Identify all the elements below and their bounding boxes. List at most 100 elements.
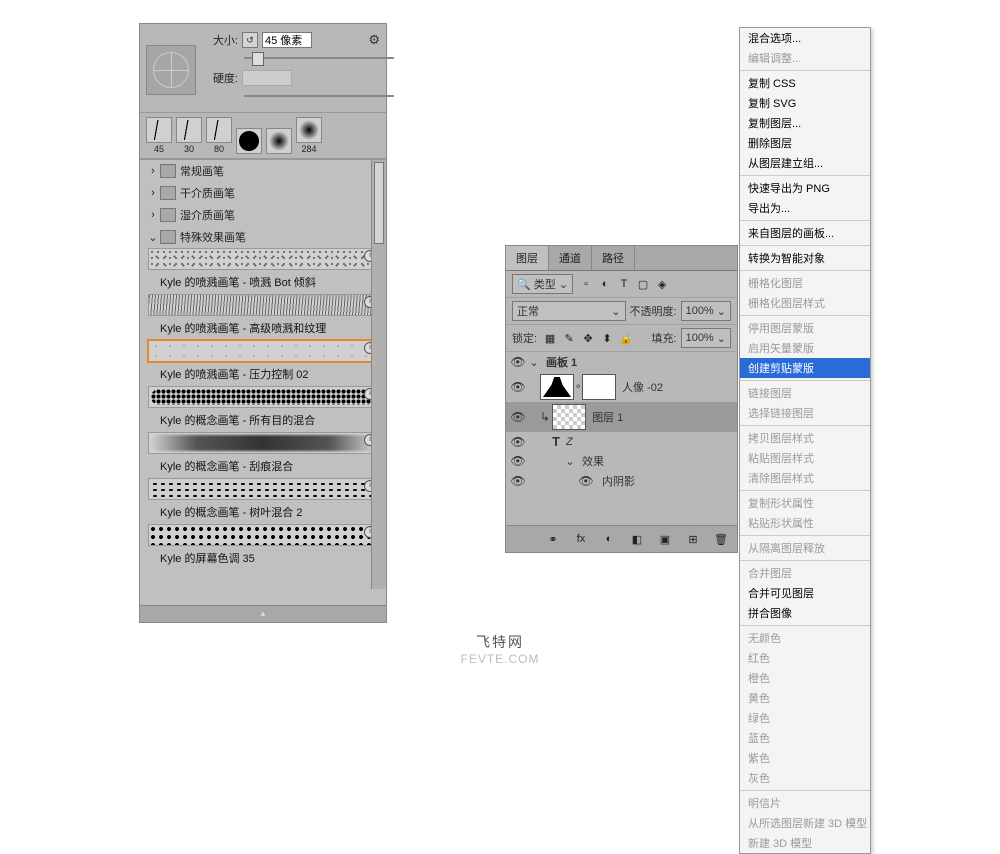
brush-item[interactable]: Kyle 的概念画笔 - 所有目的混合i [140, 386, 386, 432]
panel-tabs: 图层通道路径 [506, 246, 737, 271]
gear-icon[interactable]: ⚙ [368, 32, 380, 48]
lock-icon[interactable]: ▦ [541, 329, 559, 347]
brush-item[interactable]: Kyle 的喷溅画笔 - 喷溅 Bot 倾斜i [140, 248, 386, 294]
menu-item: 从隔离图层释放 [740, 538, 870, 558]
layer-row[interactable]: 👁⚬人像 -02 [506, 372, 737, 402]
brush-angle-preview[interactable] [146, 45, 196, 95]
menu-item: 复制形状属性 [740, 493, 870, 513]
visibility-icon[interactable]: 👁 [508, 410, 528, 424]
disclosure-icon: ⌄ [148, 231, 158, 244]
hardness-label: 硬度: [202, 70, 238, 86]
menu-item[interactable]: 删除图层 [740, 133, 870, 153]
visibility-icon[interactable]: 👁 [508, 380, 528, 394]
brush-item[interactable]: Kyle 的概念画笔 - 刮痕混合i [140, 432, 386, 478]
brush-preset[interactable] [236, 128, 262, 154]
menu-item: 清除图层样式 [740, 468, 870, 488]
layer-row[interactable]: 👁⌄效果 [506, 451, 737, 471]
filter-icon[interactable]: ▢ [634, 275, 652, 293]
menu-item[interactable]: 导出为... [740, 198, 870, 218]
lock-icon[interactable]: ⬍ [598, 329, 616, 347]
visibility-icon[interactable]: 👁 [508, 474, 528, 488]
size-label: 大小: [202, 32, 238, 48]
artboard-row[interactable]: 👁⌄画板 1 [506, 352, 737, 372]
menu-item: 新建 3D 模型 [740, 833, 870, 853]
panel-tab[interactable]: 路径 [592, 246, 635, 270]
panel-tab[interactable]: 通道 [549, 246, 592, 270]
menu-item[interactable]: 复制图层... [740, 113, 870, 133]
menu-item[interactable]: 转换为智能对象 [740, 248, 870, 268]
brush-group[interactable]: ›湿介质画笔 [140, 204, 386, 226]
flip-icon[interactable]: ↺ [242, 32, 258, 48]
layers-footer-icon[interactable]: ⚭ [543, 530, 563, 548]
layers-footer-icon[interactable]: fx [571, 530, 591, 548]
visibility-icon[interactable]: 👁 [508, 355, 528, 369]
filter-kind-select[interactable]: 🔍 类型 ⌄ [512, 274, 573, 294]
layer-row[interactable]: 👁👁内阴影 [506, 471, 737, 491]
site-name: 飞特网 [0, 632, 1000, 652]
brush-item[interactable]: Kyle 的屏幕色调 35i [140, 524, 386, 570]
layers-footer: ⚭ fx ◐ ◧ ▣ ⊞ 🗑 [506, 525, 737, 552]
menu-item[interactable]: 来自图层的画板... [740, 223, 870, 243]
layer-row[interactable]: 👁TZ [506, 432, 737, 451]
lock-label: 锁定: [512, 330, 537, 346]
hardness-input [242, 70, 292, 86]
blend-mode-select[interactable]: 正常⌄ [512, 301, 626, 321]
brush-item[interactable]: Kyle 的喷溅画笔 - 高级喷溅和纹理i [140, 294, 386, 340]
layers-footer-icon[interactable]: ◐ [599, 530, 619, 548]
brush-item[interactable]: Kyle 的喷溅画笔 - 压力控制 02i [140, 340, 386, 386]
menu-item[interactable]: 混合选项... [740, 28, 870, 48]
size-input[interactable] [262, 32, 312, 48]
lock-icon[interactable]: ✎ [560, 329, 578, 347]
size-slider[interactable] [244, 52, 394, 64]
site-url: FEVTE.COM [0, 652, 1000, 666]
menu-item: 紫色 [740, 748, 870, 768]
menu-item: 绿色 [740, 708, 870, 728]
lock-icon[interactable]: 🔒 [617, 329, 635, 347]
filter-icon[interactable]: T [615, 275, 633, 293]
scrollbar-thumb[interactable] [374, 162, 384, 244]
panel-tab[interactable]: 图层 [506, 246, 549, 270]
fill-label: 填充: [652, 330, 677, 346]
scrollbar[interactable] [371, 160, 386, 589]
brush-item[interactable]: Kyle 的概念画笔 - 树叶混合 2i [140, 478, 386, 524]
menu-item[interactable]: 复制 SVG [740, 93, 870, 113]
brush-preset[interactable]: 80 [206, 117, 232, 154]
folder-icon [160, 208, 176, 222]
menu-item[interactable]: 创建剪贴蒙版 [740, 358, 870, 378]
menu-item[interactable]: 复制 CSS [740, 73, 870, 93]
visibility-icon[interactable]: 👁 [508, 454, 528, 468]
menu-item: 明信片 [740, 793, 870, 813]
brush-group[interactable]: ›常规画笔 [140, 160, 386, 182]
brush-preset-row: 453080 284 [140, 112, 386, 159]
menu-item: 灰色 [740, 768, 870, 788]
opacity-input[interactable]: 100% ⌄ [681, 301, 731, 321]
brush-preset[interactable] [266, 128, 292, 154]
menu-item[interactable]: 合并可见图层 [740, 583, 870, 603]
filter-icon[interactable]: ◐ [596, 275, 614, 293]
layers-footer-icon[interactable]: ▣ [655, 530, 675, 548]
brush-preset[interactable]: 45 [146, 117, 172, 154]
menu-item[interactable]: 拼合图像 [740, 603, 870, 623]
filter-icon[interactable]: ◈ [653, 275, 671, 293]
menu-item: 停用图层蒙版 [740, 318, 870, 338]
menu-item[interactable]: 快速导出为 PNG [740, 178, 870, 198]
menu-item: 橙色 [740, 668, 870, 688]
filter-icon[interactable]: ▫ [577, 275, 595, 293]
brush-group[interactable]: ›干介质画笔 [140, 182, 386, 204]
lock-icon[interactable]: ✥ [579, 329, 597, 347]
visibility-icon[interactable]: 👁 [508, 435, 528, 449]
layers-footer-icon[interactable]: ⊞ [683, 530, 703, 548]
menu-item: 编辑调整... [740, 48, 870, 68]
fill-input[interactable]: 100% ⌄ [681, 328, 731, 348]
brush-group[interactable]: ⌄特殊效果画笔 [140, 226, 386, 248]
menu-item[interactable]: 从图层建立组... [740, 153, 870, 173]
layers-footer-icon[interactable]: ◧ [627, 530, 647, 548]
brush-preset[interactable]: 30 [176, 117, 202, 154]
layer-context-menu: 混合选项...编辑调整... 复制 CSS复制 SVG复制图层...删除图层从图层… [739, 27, 871, 854]
menu-item: 选择链接图层 [740, 403, 870, 423]
brush-preset[interactable]: 284 [296, 117, 322, 154]
layers-footer-icon[interactable]: 🗑 [711, 530, 731, 548]
layer-row[interactable]: 👁↳图层 1 [506, 402, 737, 432]
menu-item: 拷贝图层样式 [740, 428, 870, 448]
disclosure-icon: › [148, 209, 158, 221]
